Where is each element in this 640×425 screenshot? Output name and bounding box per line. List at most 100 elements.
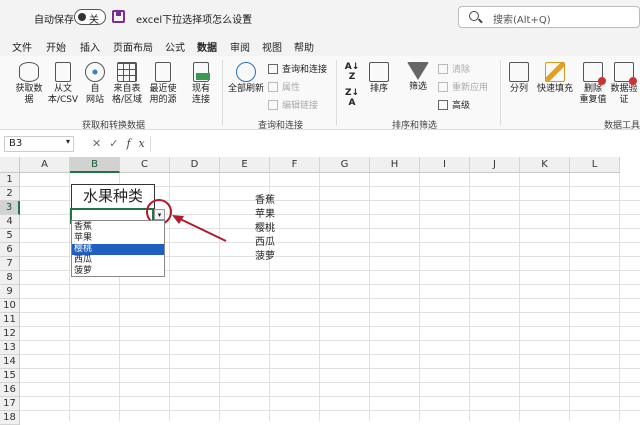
- from-text-csv-button[interactable]: 从文 本/CSV: [46, 62, 80, 106]
- sort-az-button[interactable]: A↓ Z: [344, 62, 360, 82]
- cell-e5[interactable]: 西瓜: [255, 233, 275, 248]
- save-icon[interactable]: [112, 10, 125, 23]
- chevron-down-icon[interactable]: ⌄: [242, 9, 250, 20]
- data-validation-icon: [614, 62, 637, 85]
- cell-e4[interactable]: 樱桃: [255, 219, 275, 234]
- reapply-button[interactable]: 重新应用: [438, 80, 488, 93]
- cell-e3[interactable]: 苹果: [255, 205, 275, 220]
- row-header-13[interactable]: 13: [0, 341, 20, 355]
- document-title[interactable]: excel下拉选择项怎么设置: [136, 11, 252, 26]
- column-header-a[interactable]: A: [20, 157, 70, 173]
- advanced-filter-button[interactable]: 高级: [438, 98, 470, 111]
- properties-button[interactable]: 属性: [268, 80, 300, 93]
- existing-connections-button[interactable]: 现有 连接: [186, 62, 216, 106]
- sort-za-button[interactable]: Z↓ A: [344, 88, 360, 108]
- dropdown-list[interactable]: 香蕉 苹果 樱桃 西瓜 菠萝: [71, 220, 165, 277]
- reapply-icon: [438, 81, 448, 92]
- row-header-8[interactable]: 8: [0, 271, 20, 285]
- row-header-3[interactable]: 3: [0, 201, 20, 215]
- from-table-button[interactable]: 来自表 格/区域: [110, 62, 144, 106]
- search-placeholder: 搜索(Alt+Q): [493, 15, 551, 26]
- row-header-14[interactable]: 14: [0, 355, 20, 369]
- chevron-down-icon[interactable]: ▾: [66, 137, 70, 146]
- group-label-data-tools: 数据工具: [604, 121, 640, 131]
- clear-filter-icon: [438, 63, 448, 74]
- cancel-icon[interactable]: ✕: [92, 137, 109, 150]
- row-header-18[interactable]: 18: [0, 411, 20, 425]
- tab-file[interactable]: 文件: [12, 39, 32, 54]
- tab-formulas[interactable]: 公式: [165, 39, 185, 54]
- column-header-i[interactable]: I: [420, 157, 470, 173]
- row-header-15[interactable]: 15: [0, 369, 20, 383]
- refresh-all-button[interactable]: 全部刷新: [226, 62, 266, 95]
- cell-e2[interactable]: 香蕉: [255, 191, 275, 206]
- remove-duplicates-button[interactable]: 删除 重复值: [578, 62, 608, 106]
- tab-data[interactable]: 数据: [197, 39, 217, 58]
- row-header-11[interactable]: 11: [0, 313, 20, 327]
- tab-help[interactable]: 帮助: [294, 39, 314, 54]
- tab-review[interactable]: 审阅: [230, 39, 250, 54]
- get-data-button[interactable]: 获取数 据: [12, 62, 46, 106]
- advanced-label: 高级: [452, 101, 471, 111]
- column-header-k[interactable]: K: [520, 157, 570, 173]
- get-data-label: 获取数 据: [15, 84, 43, 105]
- dropdown-item-selected[interactable]: 樱桃: [72, 244, 164, 255]
- tab-home[interactable]: 开始: [46, 39, 66, 54]
- group-separator: [222, 60, 223, 126]
- sort-button[interactable]: 排序: [366, 62, 392, 95]
- edit-links-button[interactable]: 编辑链接: [268, 98, 318, 111]
- remove-duplicates-label: 删除 重复值: [579, 84, 607, 105]
- column-header-h[interactable]: H: [370, 157, 420, 173]
- search-box[interactable]: 搜索(Alt+Q): [458, 6, 640, 28]
- row-header-6[interactable]: 6: [0, 243, 20, 257]
- confirm-icon[interactable]: ✓: [109, 137, 126, 150]
- data-validation-button[interactable]: 数据验 证: [608, 62, 640, 106]
- column-header-c[interactable]: C: [120, 157, 170, 173]
- cell-b2-header[interactable]: 水果种类: [71, 184, 155, 209]
- reapply-label: 重新应用: [452, 83, 489, 93]
- column-header-f[interactable]: F: [270, 157, 320, 173]
- column-header-l[interactable]: L: [570, 157, 620, 173]
- dropdown-item[interactable]: 香蕉: [72, 222, 164, 233]
- clear-button[interactable]: 清除: [438, 62, 470, 75]
- remove-duplicates-icon: [583, 62, 606, 85]
- tab-page-layout[interactable]: 页面布局: [113, 39, 153, 54]
- from-web-button[interactable]: 自 网站: [82, 62, 108, 106]
- row-header-5[interactable]: 5: [0, 229, 20, 243]
- row-header-4[interactable]: 4: [0, 215, 20, 229]
- row-header-16[interactable]: 16: [0, 383, 20, 397]
- insert-function-icon[interactable]: fx: [126, 137, 152, 150]
- text-to-columns-button[interactable]: 分列: [506, 62, 532, 95]
- row-header-9[interactable]: 9: [0, 285, 20, 299]
- flash-fill-button[interactable]: 快速填充: [534, 62, 576, 95]
- formula-input[interactable]: [150, 136, 640, 152]
- autosave-toggle[interactable]: 关: [74, 9, 106, 26]
- dropdown-item[interactable]: 西瓜: [72, 255, 164, 266]
- column-header-j[interactable]: J: [470, 157, 520, 173]
- row-header-12[interactable]: 12: [0, 327, 20, 341]
- advanced-filter-icon: [438, 99, 448, 110]
- tab-view[interactable]: 视图: [262, 39, 282, 54]
- column-header-d[interactable]: D: [170, 157, 220, 173]
- filter-button[interactable]: 筛选: [404, 62, 432, 93]
- row-header-7[interactable]: 7: [0, 257, 20, 271]
- column-header-g[interactable]: G: [320, 157, 370, 173]
- dropdown-item[interactable]: 苹果: [72, 233, 164, 244]
- row-header-1[interactable]: 1: [0, 173, 20, 187]
- row-header-10[interactable]: 10: [0, 299, 20, 313]
- connections-icon: [193, 62, 210, 82]
- row-header-17[interactable]: 17: [0, 397, 20, 411]
- row-header-2[interactable]: 2: [0, 187, 20, 201]
- edit-links-label: 编辑链接: [282, 101, 319, 111]
- column-header-e[interactable]: E: [220, 157, 270, 173]
- select-all-corner[interactable]: [0, 157, 20, 173]
- queries-connections-button[interactable]: 查询和连接: [268, 62, 327, 75]
- cell-e6[interactable]: 菠萝: [255, 247, 275, 262]
- group-label-sort-filter: 排序和筛选: [392, 121, 438, 131]
- tab-insert[interactable]: 插入: [80, 39, 100, 54]
- column-header-b[interactable]: B: [70, 157, 120, 173]
- sort-descending-icon: Z↓ A: [344, 88, 360, 108]
- dropdown-item[interactable]: 菠萝: [72, 266, 164, 277]
- recent-sources-button[interactable]: 最近使 用的源: [146, 62, 180, 106]
- name-box[interactable]: B3: [4, 136, 74, 152]
